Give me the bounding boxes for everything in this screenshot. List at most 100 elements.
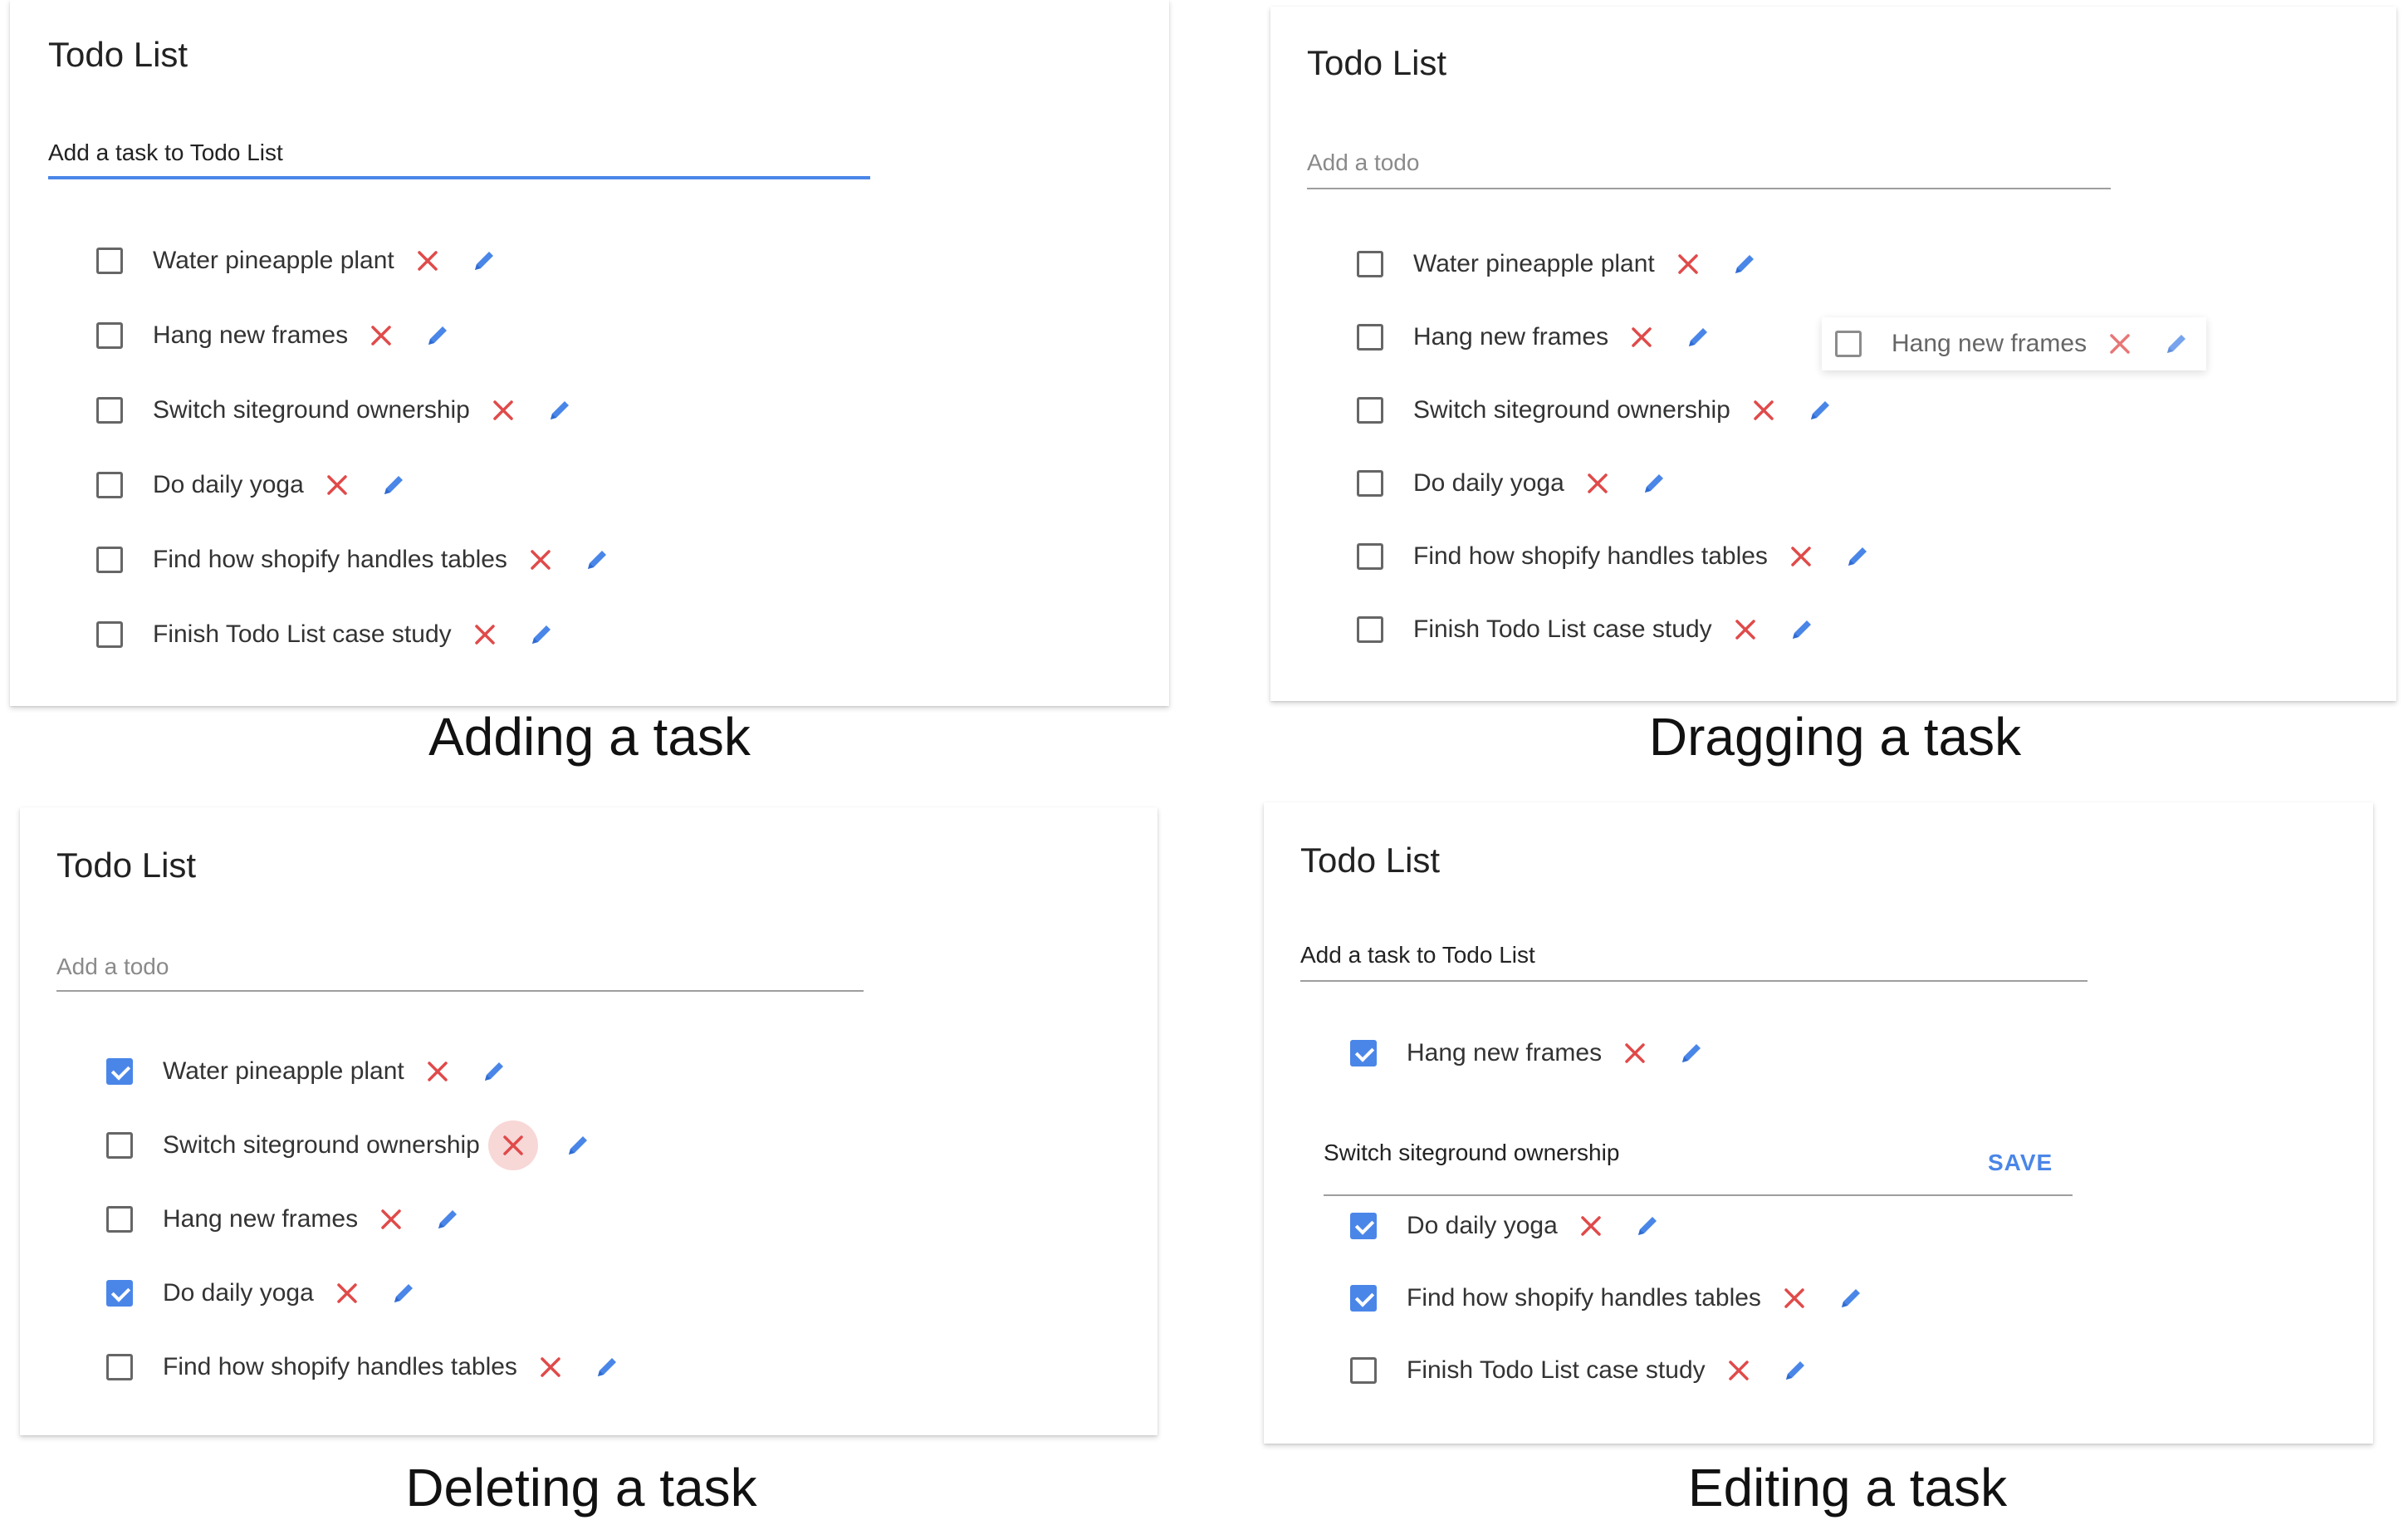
save-button[interactable]: SAVE [1988, 1150, 2053, 1176]
delete-x-icon[interactable] [534, 1351, 567, 1384]
edit-pencil-icon[interactable] [1728, 248, 1761, 281]
task-checkbox[interactable] [96, 248, 123, 274]
edit-pencil-icon[interactable] [590, 1351, 624, 1384]
edit-pencil-icon[interactable] [387, 1277, 420, 1310]
edit-pencil-icon[interactable] [543, 394, 576, 427]
task-row: Hang new frames [1357, 314, 1715, 360]
task-label: Find how shopify handles tables [1407, 1284, 1761, 1312]
edit-pencil-icon[interactable] [421, 319, 454, 352]
task-checkbox[interactable] [106, 1206, 133, 1233]
task-row: Hang new frames [106, 1196, 464, 1243]
task-label: Finish Todo List case study [153, 620, 452, 648]
delete-x-icon[interactable] [330, 1277, 364, 1310]
page-title: Todo List [1300, 841, 1441, 880]
delete-x-icon[interactable] [524, 543, 557, 576]
delete-x-icon[interactable] [1581, 467, 1614, 500]
add-todo-input[interactable]: Add a todo [1307, 150, 2111, 196]
task-checkbox[interactable] [96, 621, 123, 648]
delete-x-icon[interactable] [421, 1055, 454, 1088]
delete-x-icon[interactable] [1778, 1282, 1811, 1315]
edit-pencil-icon[interactable] [1675, 1037, 1708, 1070]
task-checkbox[interactable] [1357, 324, 1383, 351]
edit-pencil-icon[interactable] [1779, 1354, 1812, 1387]
dragged-task-ghost[interactable]: Hang new frames [1822, 317, 2207, 370]
edit-pencil-icon[interactable] [431, 1203, 464, 1236]
task-checkbox[interactable] [106, 1280, 133, 1307]
task-checkbox[interactable] [1350, 1357, 1377, 1384]
task-checkbox[interactable] [1357, 616, 1383, 643]
task-label: Do daily yoga [153, 471, 304, 498]
delete-x-icon[interactable] [1722, 1354, 1755, 1387]
task-label: Water pineapple plant [1413, 250, 1655, 277]
edit-pencil-icon[interactable] [467, 244, 501, 277]
task-label: Switch siteground ownership [163, 1131, 480, 1159]
task-label: Find how shopify handles tables [163, 1353, 517, 1380]
task-checkbox[interactable] [106, 1132, 133, 1159]
task-checkbox[interactable] [1350, 1040, 1377, 1066]
delete-x-icon[interactable] [321, 468, 354, 502]
task-row: Switch siteground ownership [96, 387, 576, 434]
task-checkbox[interactable] [96, 472, 123, 498]
add-todo-input-placeholder: Add a todo [56, 954, 169, 979]
page-title: Todo List [48, 35, 188, 74]
task-checkbox[interactable] [1357, 543, 1383, 570]
task-label: Find how shopify handles tables [153, 546, 507, 573]
task-label: Do daily yoga [1413, 469, 1564, 497]
task-checkbox[interactable] [1357, 397, 1383, 424]
delete-x-icon[interactable] [1574, 1209, 1608, 1243]
add-task-input-value: Add a task to Todo List [1300, 942, 1535, 968]
edit-pencil-icon[interactable] [561, 1129, 595, 1162]
edit-pencil-icon[interactable] [1804, 394, 1837, 427]
delete-x-icon[interactable] [1784, 540, 1818, 573]
task-checkbox[interactable] [106, 1354, 133, 1380]
task-row: Water pineapple plant [1357, 241, 1761, 287]
delete-x-icon[interactable] [487, 394, 520, 427]
task-checkbox[interactable] [1835, 331, 1862, 357]
edit-pencil-icon[interactable] [1637, 467, 1671, 500]
edit-pencil-icon[interactable] [1834, 1282, 1867, 1315]
delete-x-icon[interactable] [1729, 613, 1762, 646]
task-label: Hang new frames [1892, 330, 2087, 357]
edit-pencil-icon[interactable] [377, 468, 410, 502]
task-checkbox[interactable] [1357, 470, 1383, 497]
task-label: Finish Todo List case study [1407, 1356, 1706, 1384]
task-row: Hang new frames [1350, 1030, 1708, 1076]
edit-pencil-icon[interactable] [580, 543, 614, 576]
edit-pencil-icon[interactable] [1841, 540, 1874, 573]
task-checkbox[interactable] [1350, 1285, 1377, 1312]
delete-x-icon[interactable] [1671, 248, 1705, 281]
edit-pencil-icon[interactable] [1785, 613, 1818, 646]
delete-x-icon[interactable] [2103, 327, 2136, 360]
edit-pencil-icon[interactable] [1631, 1209, 1664, 1243]
delete-x-icon[interactable] [1625, 321, 1658, 354]
task-checkbox[interactable] [106, 1058, 133, 1085]
task-row: Finish Todo List case study [1357, 606, 1818, 653]
edit-pencil-icon[interactable] [525, 618, 558, 651]
delete-x-icon[interactable] [1747, 394, 1780, 427]
task-checkbox[interactable] [96, 397, 123, 424]
task-checkbox[interactable] [1350, 1213, 1377, 1239]
delete-x-icon[interactable] [487, 1120, 538, 1170]
task-label: Hang new frames [163, 1205, 359, 1233]
add-task-input[interactable]: Add a task to Todo List [48, 140, 870, 183]
caption-dragging: Dragging a task [1648, 707, 2022, 767]
edit-task-input[interactable]: Switch siteground ownership [1324, 1140, 2073, 1198]
task-checkbox[interactable] [1357, 251, 1383, 277]
edit-pencil-icon[interactable] [2160, 327, 2193, 360]
delete-x-icon[interactable] [411, 244, 444, 277]
delete-x-icon[interactable] [365, 319, 398, 352]
edit-task-input-value: Switch siteground ownership [1324, 1140, 1620, 1165]
task-checkbox[interactable] [96, 547, 123, 573]
task-row: Find how shopify handles tables [106, 1344, 624, 1390]
delete-x-icon[interactable] [374, 1203, 408, 1236]
task-label: Hang new frames [153, 321, 349, 349]
task-row: Finish Todo List case study [96, 611, 558, 658]
add-todo-input[interactable]: Add a todo [56, 954, 864, 998]
edit-pencil-icon[interactable] [1681, 321, 1715, 354]
edit-pencil-icon[interactable] [477, 1055, 511, 1088]
task-checkbox[interactable] [96, 322, 123, 349]
delete-x-icon[interactable] [468, 618, 502, 651]
task-row: Water pineapple plant [106, 1048, 511, 1095]
add-task-input[interactable]: Add a task to Todo List [1300, 942, 2087, 988]
delete-x-icon[interactable] [1618, 1037, 1652, 1070]
